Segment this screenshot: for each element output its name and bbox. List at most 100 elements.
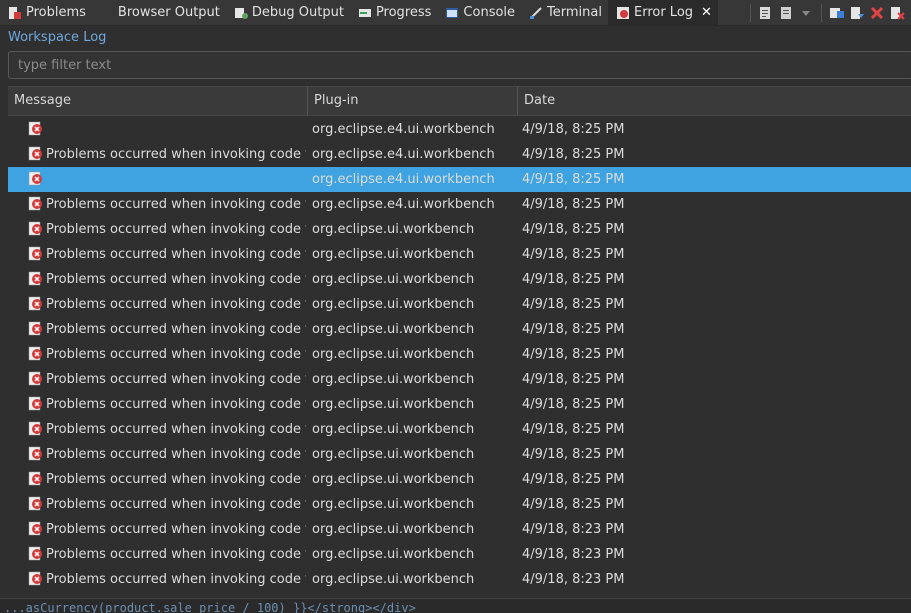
delete-log-icon[interactable] (889, 5, 905, 21)
row-date: 4/9/18, 8:25 PM (522, 122, 625, 137)
open-log-icon[interactable] (829, 5, 845, 21)
row-message: Problems occurred when invoking code fro… (46, 197, 306, 212)
row-date: 4/9/18, 8:23 PM (522, 572, 625, 587)
row-plugin: org.eclipse.ui.workbench (312, 247, 475, 262)
error-icon (28, 371, 44, 387)
error-icon (28, 196, 44, 212)
tab-console[interactable]: Console (437, 0, 521, 25)
error-icon (28, 271, 44, 287)
view-toolbar (747, 0, 911, 25)
error-icon (28, 546, 44, 562)
error-icon (28, 346, 44, 362)
problems-icon (8, 6, 22, 20)
row-date: 4/9/18, 8:25 PM (522, 222, 625, 237)
column-header-plugin[interactable]: Plug-in (308, 87, 518, 115)
table-row[interactable]: Problems occurred when invoking code fro… (8, 142, 911, 167)
table-row[interactable]: org.eclipse.e4.ui.workbench 4/9/18, 8:25 … (8, 167, 911, 192)
toolbar-separator (750, 3, 751, 22)
table-row[interactable]: Problems occurred when invoking code fro… (8, 317, 911, 342)
toolbar-separator (821, 3, 822, 22)
editor-code-line: ...asCurrency(product.sale_price / 100) … (4, 601, 416, 613)
table-row[interactable]: Problems occurred when invoking code fro… (8, 242, 911, 267)
table-row[interactable]: Problems occurred when invoking code fro… (8, 342, 911, 367)
filter-log-icon[interactable] (849, 5, 865, 21)
row-plugin: org.eclipse.ui.workbench (312, 322, 475, 337)
tab-label: Terminal (547, 5, 602, 20)
close-icon[interactable]: ✕ (701, 5, 712, 20)
row-date: 4/9/18, 8:25 PM (522, 322, 625, 337)
row-date: 4/9/18, 8:25 PM (522, 397, 625, 412)
tab-error-log[interactable]: Error Log ✕ (607, 0, 718, 25)
error-icon (28, 446, 44, 462)
row-date: 4/9/18, 8:25 PM (522, 447, 625, 462)
table-header: Message Plug-in Date (8, 86, 911, 116)
row-message: Problems occurred when invoking code fro… (46, 472, 306, 487)
row-date: 4/9/18, 8:25 PM (522, 422, 625, 437)
column-header-date[interactable]: Date (518, 87, 911, 115)
row-message: Problems occurred when invoking code fro… (46, 247, 306, 262)
row-date: 4/9/18, 8:25 PM (522, 472, 625, 487)
view-menu-chevron-down-icon[interactable] (798, 5, 814, 21)
row-message: Problems occurred when invoking code fro… (46, 397, 306, 412)
export-log-icon[interactable] (758, 5, 774, 21)
table-row[interactable]: Problems occurred when invoking code fro… (8, 567, 911, 592)
row-plugin: org.eclipse.ui.workbench (312, 522, 475, 537)
debug-output-icon (234, 6, 248, 20)
row-message: Problems occurred when invoking code fro… (46, 572, 306, 587)
table-row[interactable]: Problems occurred when invoking code fro… (8, 192, 911, 217)
row-date: 4/9/18, 8:25 PM (522, 497, 625, 512)
tab-terminal[interactable]: Terminal (521, 0, 608, 25)
row-date: 4/9/18, 8:23 PM (522, 547, 625, 562)
table-row[interactable]: org.eclipse.e4.ui.workbench 4/9/18, 8:25 … (8, 117, 911, 142)
table-row[interactable]: Problems occurred when invoking code fro… (8, 292, 911, 317)
row-message: Problems occurred when invoking code fro… (46, 147, 306, 162)
table-row[interactable]: Problems occurred when invoking code fro… (8, 367, 911, 392)
row-plugin: org.eclipse.ui.workbench (312, 272, 475, 287)
row-plugin: org.eclipse.ui.workbench (312, 497, 475, 512)
tab-browser-output[interactable]: Browser Output (92, 0, 226, 25)
column-header-message[interactable]: Message (8, 87, 308, 115)
error-icon (28, 321, 44, 337)
row-plugin: org.eclipse.ui.workbench (312, 372, 475, 387)
row-date: 4/9/18, 8:25 PM (522, 172, 625, 187)
error-icon (28, 496, 44, 512)
table-row[interactable]: Problems occurred when invoking code fro… (8, 442, 911, 467)
table-row[interactable]: Problems occurred when invoking code fro… (8, 492, 911, 517)
table-row[interactable]: Problems occurred when invoking code fro… (8, 267, 911, 292)
table-row[interactable]: Problems occurred when invoking code fro… (8, 392, 911, 417)
tab-debug-output[interactable]: Debug Output (226, 0, 350, 25)
workspace-log-link[interactable]: Workspace Log (8, 30, 106, 45)
clear-log-icon[interactable] (869, 5, 885, 21)
row-plugin: org.eclipse.ui.workbench (312, 347, 475, 362)
row-message: Problems occurred when invoking code fro… (46, 322, 306, 337)
row-plugin: org.eclipse.ui.workbench (312, 397, 475, 412)
table-row[interactable]: Problems occurred when invoking code fro… (8, 417, 911, 442)
row-message: Problems occurred when invoking code fro… (46, 497, 306, 512)
filter-input[interactable]: type filter text (8, 51, 911, 79)
error-icon (28, 221, 44, 237)
row-plugin: org.eclipse.e4.ui.workbench (312, 172, 495, 187)
error-icon (28, 471, 44, 487)
error-log-icon (616, 6, 630, 20)
table-row[interactable]: Problems occurred when invoking code fro… (8, 517, 911, 542)
terminal-icon (529, 6, 543, 20)
row-plugin: org.eclipse.ui.workbench (312, 297, 475, 312)
row-date: 4/9/18, 8:25 PM (522, 272, 625, 287)
tab-progress[interactable]: Progress (350, 0, 437, 25)
table-row[interactable]: Problems occurred when invoking code fro… (8, 217, 911, 242)
row-plugin: org.eclipse.ui.workbench (312, 472, 475, 487)
row-message: Problems occurred when invoking code fro… (46, 297, 306, 312)
row-message: Problems occurred when invoking code fro… (46, 547, 306, 562)
row-date: 4/9/18, 8:23 PM (522, 522, 625, 537)
row-date: 4/9/18, 8:25 PM (522, 247, 625, 262)
row-date: 4/9/18, 8:25 PM (522, 347, 625, 362)
table-row[interactable]: Problems occurred when invoking code fro… (8, 467, 911, 492)
row-message: Problems occurred when invoking code fro… (46, 422, 306, 437)
row-plugin: org.eclipse.ui.workbench (312, 447, 475, 462)
import-log-icon[interactable] (778, 5, 794, 21)
error-log-view: Problems Browser Output Debug Output Progre… (0, 0, 911, 613)
error-icon (28, 146, 44, 162)
tab-label: Problems (26, 5, 86, 20)
tab-problems[interactable]: Problems (0, 0, 92, 25)
table-row[interactable]: Problems occurred when invoking code fro… (8, 542, 911, 567)
